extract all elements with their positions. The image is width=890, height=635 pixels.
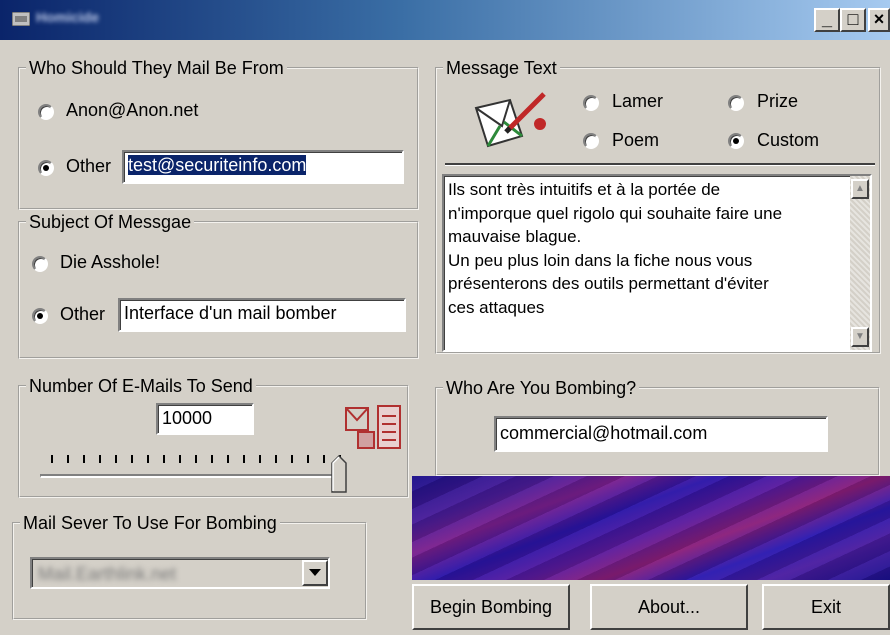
from-anon-label: Anon@Anon.net — [66, 100, 199, 120]
exit-button[interactable]: Exit — [762, 584, 890, 630]
mail-counter-icon — [345, 405, 401, 449]
maximize-button[interactable]: □ — [840, 8, 866, 32]
chevron-down-icon — [309, 569, 321, 576]
subject-group-legend: Subject Of Messgae — [29, 212, 192, 232]
count-group-legend: Number Of E-Mails To Send — [29, 376, 253, 396]
message-line: ces attaques — [448, 297, 545, 317]
slider-tick — [323, 455, 325, 463]
message-textarea[interactable]: Ils sont très intuitifs et à la portée d… — [442, 174, 872, 352]
subject-value: Interface d'un mail bomber — [124, 303, 337, 323]
from-anon-radio[interactable] — [38, 104, 54, 120]
from-other-radio[interactable] — [38, 160, 54, 176]
target-group-legend: Who Are You Bombing? — [446, 378, 637, 398]
message-divider — [445, 163, 875, 166]
maximize-icon: □ — [847, 9, 859, 29]
message-custom-label: Custom — [757, 130, 820, 150]
about-label: About... — [637, 597, 701, 617]
server-group-legend: Mail Sever To Use For Bombing — [23, 513, 277, 533]
subject-die-label: Die Asshole! — [60, 252, 161, 272]
scroll-down-button[interactable]: ▼ — [851, 327, 869, 347]
slider-tick — [307, 455, 309, 463]
message-group-legend: Message Text — [446, 58, 557, 78]
scroll-up-icon: ▲ — [855, 183, 865, 194]
exit-label: Exit — [810, 597, 841, 617]
message-text: Ils sont très intuitifs et à la portée d… — [448, 178, 848, 319]
about-button[interactable]: About... — [590, 584, 748, 630]
message-custom-radio[interactable] — [728, 133, 744, 149]
mail-server-select[interactable]: Mail.Earthlink.net — [30, 557, 330, 589]
message-prize-label: Prize — [757, 91, 799, 111]
minimize-button[interactable]: _ — [814, 8, 840, 32]
begin-bombing-label: Begin Bombing — [429, 597, 553, 617]
slider-tick — [147, 455, 149, 463]
slider-tick — [259, 455, 261, 463]
envelope-pencil-icon — [474, 92, 546, 148]
slider-tick — [291, 455, 293, 463]
slider-ticks — [34, 455, 354, 467]
dropdown-button[interactable] — [302, 560, 328, 586]
message-poem-radio[interactable] — [583, 133, 599, 149]
slider-tick — [195, 455, 197, 463]
subject-die-radio[interactable] — [32, 256, 48, 272]
message-line: n'imporque quel rigolo qui souhaite fair… — [448, 203, 783, 223]
slider-tick — [163, 455, 165, 463]
scroll-down-icon: ▼ — [855, 331, 865, 342]
window-title: Homicide — [36, 9, 100, 25]
email-count-value: 10000 — [162, 408, 213, 428]
scroll-up-button[interactable]: ▲ — [851, 179, 869, 199]
subject-other-label: Other — [60, 304, 106, 324]
minimize-icon: _ — [821, 9, 832, 29]
subject-group: Subject Of Messgae — [18, 212, 419, 359]
slider-tick — [83, 455, 85, 463]
slider-tick — [275, 455, 277, 463]
slider-tick — [99, 455, 101, 463]
banner-image — [412, 476, 890, 580]
slider-tick — [51, 455, 53, 463]
slider-tick — [67, 455, 69, 463]
banner-overlay — [412, 476, 890, 580]
slider-tick — [179, 455, 181, 463]
from-email-input[interactable]: test@securiteinfo.com — [122, 150, 404, 184]
close-icon: × — [873, 9, 885, 29]
slider-tick — [131, 455, 133, 463]
slider-tick — [243, 455, 245, 463]
message-line: Ils sont très intuitifs et à la portée d… — [448, 180, 721, 199]
from-group-legend: Who Should They Mail Be From — [29, 58, 284, 78]
slider-tick — [211, 455, 213, 463]
title-bar: Homicide — [0, 0, 890, 40]
target-email-value: commercial@hotmail.com — [500, 423, 708, 443]
slider-track[interactable] — [40, 474, 346, 478]
close-button[interactable]: × — [868, 8, 890, 32]
message-lamer-radio[interactable] — [583, 95, 599, 111]
message-prize-radio[interactable] — [728, 95, 744, 111]
slider-tick — [115, 455, 117, 463]
from-other-label: Other — [66, 156, 112, 176]
message-line: mauvaise blague. — [448, 227, 582, 246]
app-icon — [12, 12, 30, 26]
from-group: Who Should They Mail Be From — [18, 58, 419, 210]
begin-bombing-button[interactable]: Begin Bombing — [412, 584, 570, 630]
message-poem-label: Poem — [612, 130, 660, 150]
slider-thumb[interactable] — [331, 455, 347, 493]
message-line: présenterons des outils permettant d'évi… — [448, 274, 769, 293]
subject-input[interactable]: Interface d'un mail bomber — [118, 298, 406, 332]
message-scrollbar[interactable]: ▲ ▼ — [850, 176, 870, 350]
target-email-input[interactable]: commercial@hotmail.com — [494, 416, 828, 452]
mail-server-value: Mail.Earthlink.net — [38, 564, 177, 584]
from-email-value: test@securiteinfo.com — [128, 155, 307, 175]
subject-other-radio[interactable] — [32, 308, 48, 324]
email-count-input[interactable]: 10000 — [156, 403, 254, 435]
message-line: Un peu plus loin dans la fiche nous vous — [448, 250, 753, 270]
message-lamer-label: Lamer — [612, 91, 664, 111]
slider-tick — [227, 455, 229, 463]
